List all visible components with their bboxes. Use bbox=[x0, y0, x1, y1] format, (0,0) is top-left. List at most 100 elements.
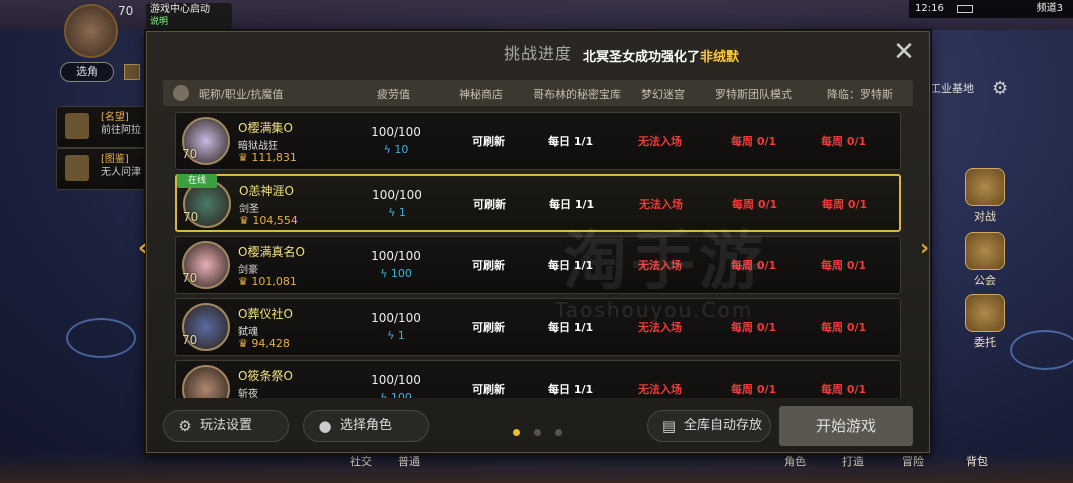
page-indicator bbox=[513, 421, 576, 440]
mystery-shop-status: 可刷新 bbox=[472, 321, 505, 334]
dream-maze-status: 无法入场 bbox=[638, 383, 682, 396]
lotus-raid-status: 每周 0/1 bbox=[731, 259, 777, 272]
character-level: 70 bbox=[182, 271, 198, 285]
pvp-button[interactable]: 对战 bbox=[958, 168, 1012, 224]
character-job: 斩夜 bbox=[238, 389, 258, 398]
character-job: 剑圣 bbox=[239, 204, 259, 215]
goblin-vault-status: 每日 1/1 bbox=[548, 321, 594, 334]
col-goblin-vault: 哥布林的秘密宝库 bbox=[533, 88, 621, 101]
social-menu[interactable]: 社交 bbox=[350, 453, 372, 469]
channel-label: 频道3 bbox=[1036, 3, 1063, 14]
lightning-icon: ϟ bbox=[388, 206, 399, 219]
pvp-label: 对战 bbox=[974, 210, 996, 223]
fatigue-bonus-value: 100 bbox=[390, 391, 412, 398]
notice-sub: 说明 bbox=[150, 17, 169, 27]
character-list: 70 O樱满集O 暗狱战狂 ♛ 111,831 100/100 ϟ 10 可刷新 每日 1/1… bbox=[175, 112, 901, 398]
gameplay-settings-button[interactable]: ⚙ 玩法设置 bbox=[163, 410, 289, 442]
fatigue-value: 100/100 bbox=[371, 249, 421, 263]
craft-menu[interactable]: 打造 bbox=[842, 453, 864, 469]
gear-icon: ⚙ bbox=[178, 416, 192, 435]
clock: 12:16 bbox=[915, 3, 944, 14]
power-value: 94,428 bbox=[251, 337, 290, 350]
character-power: ♛ 104,554 bbox=[239, 214, 298, 227]
challenge-progress-dialog: 挑战进度 北冥圣女成功强化了非绒默 ✕ 昵称/职业/抗魔值 疲劳值 神秘商店 哥… bbox=[146, 31, 930, 453]
col-lotus-raid: 罗特斯团队模式 bbox=[715, 88, 792, 101]
character-job: 暗狱战狂 bbox=[238, 141, 278, 152]
crown-icon: ♛ bbox=[238, 151, 252, 164]
character-row[interactable]: 70 O樱满真名O 剑豪 ♛ 101,081 100/100 ϟ 100 可刷新 每日 1/1… bbox=[175, 236, 901, 294]
start-game-button[interactable]: 开始游戏 bbox=[779, 406, 913, 446]
lightning-icon: ϟ bbox=[380, 267, 391, 280]
character-menu[interactable]: 角色 bbox=[784, 453, 806, 469]
select-role-label: 选择角色 bbox=[340, 418, 393, 433]
character-power: ♛ 101,081 bbox=[238, 275, 297, 288]
close-button[interactable]: ✕ bbox=[891, 39, 917, 66]
auto-store-button[interactable]: ▤ 全库自动存放 bbox=[647, 410, 771, 442]
character-level: 70 bbox=[182, 147, 198, 161]
player-avatar[interactable] bbox=[64, 4, 118, 58]
magic-circle bbox=[66, 318, 136, 358]
col-lotus-descent: 降临：罗特斯 bbox=[827, 88, 893, 101]
page-dot[interactable] bbox=[513, 429, 520, 436]
goblin-vault-status: 每日 1/1 bbox=[548, 135, 594, 148]
select-role-button[interactable]: ● 选择角色 bbox=[303, 410, 429, 442]
col-dream-maze: 梦幻迷宫 bbox=[641, 88, 685, 101]
goblin-vault-status: 每日 1/1 bbox=[549, 198, 595, 211]
game-center-notice[interactable]: 游戏中心启动 说明 bbox=[146, 3, 232, 29]
broadcast-announcement: 北冥圣女成功强化了非绒默 bbox=[583, 46, 739, 65]
lotus-descent-status: 每周 0/1 bbox=[821, 259, 867, 272]
page-dot[interactable] bbox=[555, 429, 562, 436]
lightning-icon: ϟ bbox=[383, 143, 395, 156]
notice-title: 游戏中心启动 bbox=[150, 4, 210, 15]
status-bar: 12:16 频道3 bbox=[909, 0, 1073, 18]
lotus-raid-status: 每周 0/1 bbox=[731, 135, 777, 148]
lotus-raid-status: 每周 0/1 bbox=[731, 321, 777, 334]
fatigue-value: 100/100 bbox=[372, 188, 422, 202]
select-character-button[interactable]: 选角 bbox=[60, 62, 114, 82]
fatigue-bonus-value: 1 bbox=[398, 206, 406, 219]
character-row[interactable]: 70 O樱满集O 暗狱战狂 ♛ 111,831 100/100 ϟ 10 可刷新 每日 1/1… bbox=[175, 112, 901, 170]
chat-channel-normal[interactable]: 普通 bbox=[398, 453, 420, 469]
announcement-highlight: 非绒默 bbox=[700, 50, 740, 65]
scroll-icon bbox=[65, 113, 89, 139]
lightning-icon: ϟ bbox=[380, 391, 391, 398]
online-badge: 在线 bbox=[177, 174, 217, 188]
character-name: O樱满集O bbox=[238, 121, 293, 135]
dream-maze-status: 无法入场 bbox=[638, 135, 682, 148]
auto-store-label: 全库自动存放 bbox=[684, 418, 763, 433]
shield-icon bbox=[965, 232, 1005, 270]
commission-icon bbox=[965, 294, 1005, 332]
dream-maze-status: 无法入场 bbox=[638, 321, 682, 334]
swords-icon bbox=[965, 168, 1005, 206]
table-header: 昵称/职业/抗魔值 疲劳值 神秘商店 哥布林的秘密宝库 梦幻迷宫 罗特斯团队模式… bbox=[163, 80, 913, 106]
character-job: 剑豪 bbox=[238, 265, 258, 276]
goblin-vault-status: 每日 1/1 bbox=[548, 259, 594, 272]
character-level: 70 bbox=[183, 210, 199, 224]
guild-button[interactable]: 公会 bbox=[958, 232, 1012, 288]
fatigue-bonus-value: 10 bbox=[394, 143, 409, 156]
crown-icon: ♛ bbox=[238, 337, 252, 350]
settings-gear-icon[interactable]: ⚙ bbox=[992, 78, 1008, 99]
next-page-arrow-icon[interactable]: › bbox=[920, 236, 929, 261]
bag-menu[interactable]: 背包 bbox=[966, 453, 988, 469]
map-icon[interactable] bbox=[124, 64, 140, 80]
guild-label: 公会 bbox=[974, 274, 996, 287]
character-row[interactable]: O筱条祭O斩夜♛ 100/100ϟ 100可刷新每日 1/1无法入场每周 0/1… bbox=[175, 360, 901, 398]
prev-page-arrow-icon[interactable]: ‹ bbox=[138, 236, 147, 261]
area-label: 工业基地 bbox=[930, 82, 974, 95]
mystery-shop-status: 可刷新 bbox=[472, 135, 505, 148]
commission-button[interactable]: 委托 bbox=[958, 294, 1012, 350]
adventure-menu[interactable]: 冒险 bbox=[902, 453, 924, 469]
character-row[interactable]: 70 O葬仪社O 弑魂 ♛ 94,428 100/100 ϟ 1 可刷新 每日 1/1 无法入场… bbox=[175, 298, 901, 356]
character-avatar bbox=[182, 365, 230, 398]
character-power: ♛ 111,831 bbox=[238, 151, 297, 164]
player-level: 70 bbox=[118, 4, 134, 18]
character-row[interactable]: 在线 70 O恙神涯O 剑圣 ♛ 104,554 100/100 ϟ 1 可刷新 每日 1/1 无… bbox=[175, 174, 901, 232]
goblin-vault-status: 每日 1/1 bbox=[548, 383, 594, 396]
power-value: 104,554 bbox=[252, 214, 298, 227]
commission-label: 委托 bbox=[974, 336, 996, 349]
mystery-shop-status: 可刷新 bbox=[472, 259, 505, 272]
character-job: 弑魂 bbox=[238, 327, 258, 338]
character-name: O樱满真名O bbox=[238, 245, 305, 259]
page-dot[interactable] bbox=[534, 429, 541, 436]
